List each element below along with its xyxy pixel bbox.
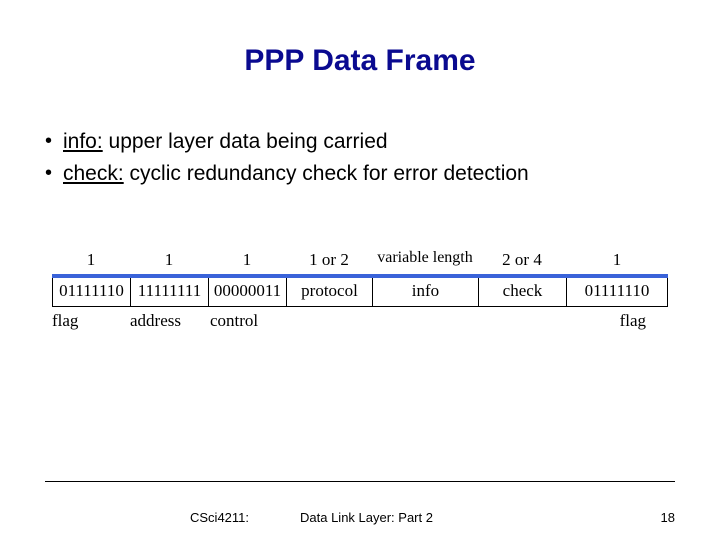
size-cell: 1 <box>566 250 668 274</box>
frame-diagram: 1 1 1 1 or 2 variable length 2 or 4 1 01… <box>52 250 668 331</box>
frame-cell: 00000011 <box>208 274 286 307</box>
footer-course: CSci4211: <box>190 510 249 525</box>
frame-cell: protocol <box>286 274 372 307</box>
bullet-item: • info: upper layer data being carried <box>45 128 665 156</box>
bullet-text: info: upper layer data being carried <box>63 128 665 156</box>
label-cell: flag <box>52 307 130 331</box>
frame-cell: info <box>372 274 478 307</box>
label-cell <box>478 307 566 331</box>
label-cell <box>286 307 372 331</box>
bullet-dot-icon: • <box>45 128 63 154</box>
slide-title: PPP Data Frame <box>0 44 720 78</box>
bullet-text: check: cyclic redundancy check for error… <box>63 160 665 188</box>
labels-row: flag address control flag <box>52 307 668 331</box>
bullet-label: check: <box>63 162 124 185</box>
bullet-rest: upper layer data being carried <box>103 130 388 153</box>
cells-row: 01111110 11111111 00000011 protocol info… <box>52 274 668 307</box>
footer-page: 18 <box>661 510 675 525</box>
frame-cell: 11111111 <box>130 274 208 307</box>
bullet-label: info: <box>63 130 103 153</box>
size-cell: 1 or 2 <box>286 250 372 274</box>
footer-rule <box>45 481 675 482</box>
size-cell: variable length <box>372 250 478 274</box>
slide: PPP Data Frame • info: upper layer data … <box>0 0 720 540</box>
label-cell: flag <box>566 307 668 331</box>
bullet-dot-icon: • <box>45 160 63 186</box>
footer-topic: Data Link Layer: Part 2 <box>300 510 433 525</box>
frame-cell: 01111110 <box>52 274 130 307</box>
label-cell: address <box>130 307 208 331</box>
frame-cell: 01111110 <box>566 274 668 307</box>
bullet-item: • check: cyclic redundancy check for err… <box>45 160 665 188</box>
size-cell: 1 <box>130 250 208 274</box>
frame-cell: check <box>478 274 566 307</box>
size-cell: 1 <box>208 250 286 274</box>
bullet-rest: cyclic redundancy check for error detect… <box>124 162 529 185</box>
size-cell: 2 or 4 <box>478 250 566 274</box>
size-cell: 1 <box>52 250 130 274</box>
sizes-row: 1 1 1 1 or 2 variable length 2 or 4 1 <box>52 250 668 274</box>
label-cell <box>372 307 478 331</box>
label-cell: control <box>208 307 286 331</box>
bullet-list: • info: upper layer data being carried •… <box>45 128 665 193</box>
